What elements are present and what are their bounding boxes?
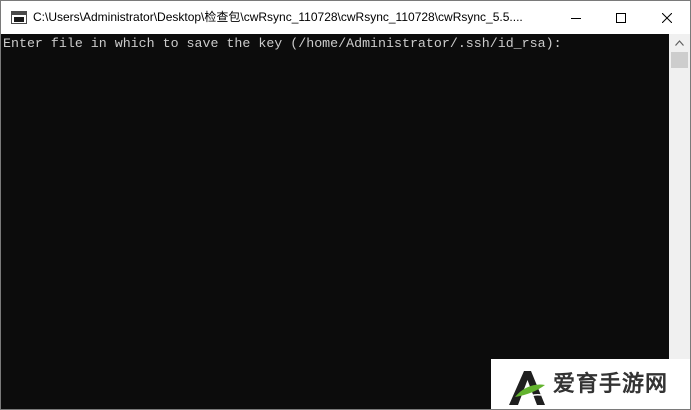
close-icon	[662, 12, 672, 23]
vertical-scrollbar[interactable]	[669, 34, 690, 409]
chevron-up-icon	[675, 39, 684, 46]
console-window: C:\Users\Administrator\Desktop\检查包\cwRsy…	[0, 0, 691, 410]
window-title: C:\Users\Administrator\Desktop\检查包\cwRsy…	[33, 10, 523, 24]
close-button[interactable]	[644, 1, 690, 34]
console-line: Enter file in which to save the key (/ho…	[3, 36, 562, 51]
watermark: 爱育手游网	[491, 359, 690, 409]
console-output[interactable]: Enter file in which to save the key (/ho…	[1, 34, 669, 409]
title-bar[interactable]: C:\Users\Administrator\Desktop\检查包\cwRsy…	[1, 1, 690, 34]
scrollbar-thumb[interactable]	[671, 52, 688, 68]
maximize-icon	[616, 12, 626, 23]
maximize-button[interactable]	[598, 1, 644, 34]
console-app-icon[interactable]	[11, 11, 27, 24]
minimize-button[interactable]	[553, 1, 599, 34]
a-leaf-logo-icon	[509, 371, 545, 405]
scroll-up-button[interactable]	[669, 34, 690, 51]
minimize-icon	[571, 17, 581, 19]
watermark-text: 爱育手游网	[553, 372, 669, 397]
